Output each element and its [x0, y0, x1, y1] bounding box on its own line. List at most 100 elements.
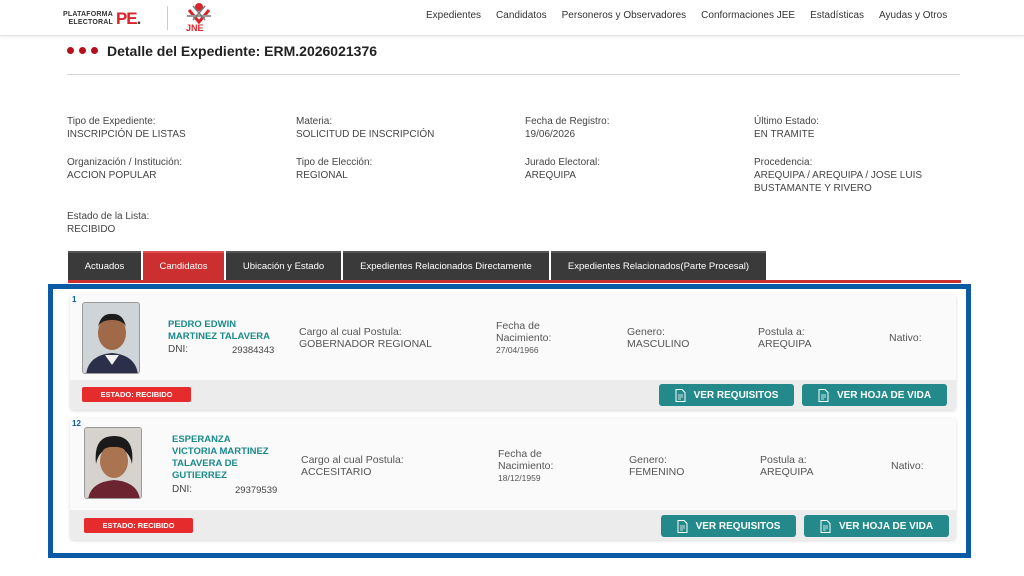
info-value: SOLICITUD DE INSCRIPCIÓN — [296, 129, 435, 140]
field-cargo: Cargo al cual Postula: ACCESITARIO — [301, 454, 404, 478]
field-nativo: Nativo: — [891, 460, 924, 472]
info-label: Jurado Electoral: — [525, 157, 601, 168]
document-icon — [818, 388, 829, 402]
candidate-name-line: VICTORIA MARTINEZ — [172, 446, 269, 457]
card-footer: ESTADO: RECIBIDO VER REQUISITOS VER HOJA… — [70, 510, 956, 540]
candidate-number: 1 — [72, 295, 77, 304]
ver-hoja-de-vida-button[interactable]: VER HOJA DE VIDA — [804, 515, 949, 537]
status-badge: ESTADO: RECIBIDO — [84, 518, 193, 533]
candidate-name-line: GUTIERREZ — [172, 470, 227, 481]
cargo-label: Cargo al cual Postula: — [299, 326, 402, 338]
candidate-card: 1 PEDRO EDWIN MARTINEZ TALAVERA DNI: 293… — [70, 294, 956, 410]
document-icon — [820, 519, 831, 533]
ver-hoja-de-vida-button[interactable]: VER HOJA DE VIDA — [802, 384, 947, 406]
field-fecha-nacimiento: Fecha de Nacimiento: 27/04/1966 — [496, 320, 551, 356]
cargo-label: Cargo al cual Postula: — [301, 454, 404, 466]
ver-requisitos-label: VER REQUISITOS — [693, 389, 779, 401]
candidate-dni: DNI: 29379539 — [172, 484, 282, 496]
nav-expedientes[interactable]: Expedientes — [426, 10, 481, 21]
postula-label: Postula a: — [760, 454, 807, 466]
detail-tabs: Actuados Candidatos Ubicación y Estado E… — [68, 251, 766, 280]
field-postula: Postula a: AREQUIPA — [760, 454, 813, 478]
candidate-name-line: TALAVERA DE — [172, 458, 238, 469]
jne-logo[interactable]: JNE — [183, 2, 215, 34]
page: PLATAFORMA ELECTORAL PE. JNE Expedientes… — [0, 0, 1024, 576]
info-value: REGIONAL — [296, 170, 348, 181]
info-tipo-expediente: Tipo de Expediente: INSCRIPCIÓN DE LISTA… — [67, 115, 186, 141]
fecha-nac-value: 18/12/1959 — [498, 473, 541, 483]
nav-conformaciones[interactable]: Conformaciones JEE — [701, 10, 795, 21]
jne-emblem-icon — [187, 3, 211, 25]
ver-requisitos-button[interactable]: VER REQUISITOS — [661, 515, 796, 537]
info-value: INSCRIPCIÓN DE LISTAS — [67, 129, 186, 140]
candidate-name[interactable]: ESPERANZA VICTORIA MARTINEZ TALAVERA DE … — [172, 434, 269, 482]
info-label: Tipo de Expediente: — [67, 116, 156, 127]
tab-expedientes-relacionados-parte-procesal[interactable]: Expedientes Relacionados(Parte Procesal) — [551, 251, 766, 280]
status-badge: ESTADO: RECIBIDO — [82, 387, 191, 402]
ver-hoja-label: VER HOJA DE VIDA — [836, 389, 932, 401]
info-procedencia: Procedencia: AREQUIPA / AREQUIPA / JOSE … — [754, 156, 949, 195]
card-footer: ESTADO: RECIBIDO VER REQUISITOS VER HOJA… — [70, 380, 956, 410]
field-genero: Genero: MASCULINO — [627, 326, 689, 350]
info-ultimo-estado: Último Estado: EN TRAMITE — [754, 115, 819, 141]
nav-estadisticas[interactable]: Estadísticas — [810, 10, 864, 21]
postula-value: AREQUIPA — [760, 466, 814, 478]
tab-actuados[interactable]: Actuados — [68, 251, 141, 280]
candidate-name-line: MARTINEZ TALAVERA — [168, 331, 271, 342]
tabs-underline — [68, 280, 961, 283]
tab-expedientes-relacionados-directamente[interactable]: Expedientes Relacionados Directamente — [343, 251, 549, 280]
info-organizacion: Organización / Institución: ACCION POPUL… — [67, 156, 182, 182]
logo-divider — [167, 6, 168, 30]
genero-value: FEMENINO — [629, 466, 685, 478]
brand-line-2: ELECTORAL — [68, 19, 113, 26]
fecha-nac-label-2: Nacimiento: — [498, 460, 554, 472]
cargo-value: GOBERNADOR REGIONAL — [299, 338, 433, 350]
info-value: EN TRAMITE — [754, 129, 815, 140]
brand-line-1: PLATAFORMA — [63, 11, 113, 18]
genero-label: Genero: — [629, 454, 667, 466]
field-cargo: Cargo al cual Postula: GOBERNADOR REGION… — [299, 326, 432, 350]
info-fecha-registro: Fecha de Registro: 19/06/2026 — [525, 115, 610, 141]
ver-hoja-label: VER HOJA DE VIDA — [838, 520, 934, 532]
ver-requisitos-button[interactable]: VER REQUISITOS — [659, 384, 794, 406]
dni-label: DNI: — [172, 484, 192, 495]
info-label: Organización / Institución: — [67, 157, 183, 168]
ver-requisitos-label: VER REQUISITOS — [695, 520, 781, 532]
jne-label: JNE — [186, 23, 204, 33]
field-genero: Genero: FEMENINO — [629, 454, 684, 478]
nav-personeros[interactable]: Personeros y Observadores — [562, 10, 687, 21]
pe-mark-icon: PE. — [115, 9, 141, 28]
main-nav: Expedientes Candidatos Personeros y Obse… — [426, 10, 947, 21]
fecha-nac-value: 27/04/1966 — [496, 345, 539, 355]
candidate-dni: DNI: 29384343 — [168, 344, 278, 356]
field-fecha-nacimiento: Fecha de Nacimiento: 18/12/1959 — [498, 448, 553, 484]
info-tipo-eleccion: Tipo de Elección: REGIONAL — [296, 156, 372, 182]
title-dots-icon — [67, 47, 98, 54]
fecha-nac-label-1: Fecha de — [498, 448, 542, 460]
dni-label: DNI: — [168, 344, 188, 355]
candidate-name-line: ESPERANZA — [172, 434, 231, 445]
info-label: Estado de la Lista: — [67, 211, 150, 222]
postula-value: AREQUIPA — [758, 338, 812, 350]
candidate-card: 12 ESPERANZA VICTORIA MARTINEZ TALAVERA … — [70, 418, 956, 540]
tab-ubicacion-estado[interactable]: Ubicación y Estado — [226, 251, 341, 280]
info-value: AREQUIPA / AREQUIPA / JOSE LUIS BUSTAMAN… — [754, 170, 923, 194]
tab-candidatos[interactable]: Candidatos — [143, 251, 224, 280]
info-estado-lista: Estado de la Lista: RECIBIDO — [67, 210, 149, 236]
dni-value: 29379539 — [235, 485, 278, 496]
info-value: ACCION POPULAR — [67, 170, 157, 181]
top-navbar: PLATAFORMA ELECTORAL PE. JNE Expedientes… — [0, 0, 1024, 36]
info-label: Fecha de Registro: — [525, 116, 610, 127]
plataforma-electoral-logo[interactable]: PLATAFORMA ELECTORAL PE. — [63, 9, 141, 29]
info-label: Materia: — [296, 116, 333, 127]
candidate-name[interactable]: PEDRO EDWIN MARTINEZ TALAVERA — [168, 319, 270, 343]
nav-candidatos[interactable]: Candidatos — [496, 10, 547, 21]
nav-ayudas[interactable]: Ayudas y Otros — [879, 10, 947, 21]
nativo-label: Nativo: — [891, 460, 924, 472]
person-photo-icon — [85, 428, 141, 498]
page-title: Detalle del Expediente: ERM.2026021376 — [107, 43, 378, 59]
field-nativo: Nativo: — [889, 332, 922, 344]
info-label: Tipo de Elección: — [296, 157, 373, 168]
info-value: AREQUIPA — [525, 170, 576, 181]
title-divider — [67, 74, 960, 75]
